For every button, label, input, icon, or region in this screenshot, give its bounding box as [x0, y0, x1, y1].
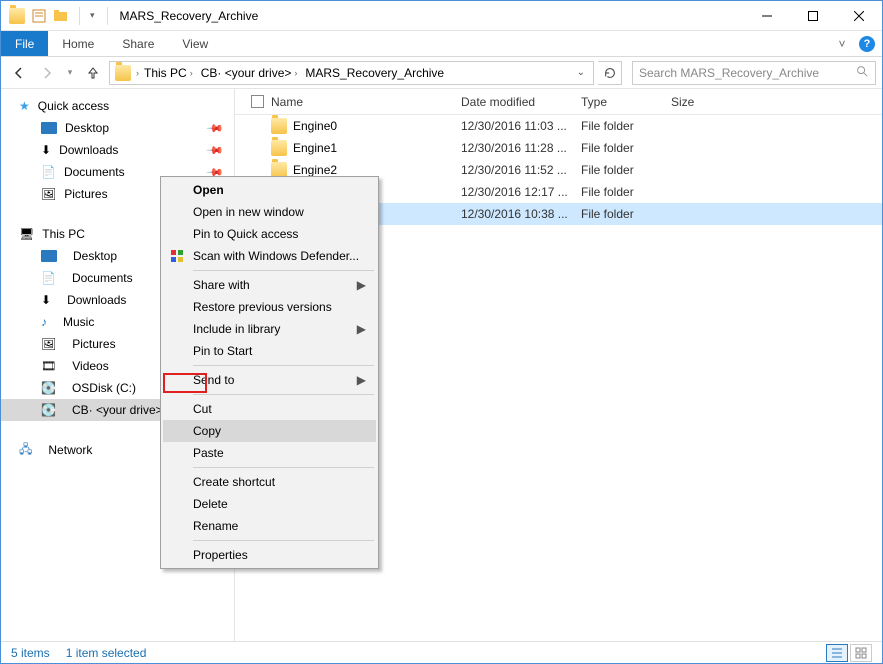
pc-icon: 🖥 [19, 227, 34, 241]
qat-newfolder-icon[interactable] [53, 8, 69, 24]
tab-file[interactable]: File [1, 31, 48, 56]
refresh-button[interactable] [598, 61, 622, 85]
network-icon: 🖧 [19, 440, 32, 461]
ctx-send-to[interactable]: Send to▶ [163, 369, 376, 391]
window-icon [9, 8, 25, 24]
music-icon: ♪ [41, 315, 47, 329]
tab-view[interactable]: View [168, 31, 222, 56]
ribbon-tabs: File Home Share View ˅ ? [1, 31, 882, 57]
sidebar-downloads[interactable]: ⬇Downloads📌 [1, 139, 234, 161]
ctx-copy[interactable]: Copy [163, 420, 376, 442]
folder-icon [271, 118, 287, 134]
recent-dropdown[interactable]: ▾ [63, 61, 77, 85]
ctx-delete[interactable]: Delete [163, 493, 376, 515]
ctx-properties[interactable]: Properties [163, 544, 376, 566]
forward-button[interactable] [35, 61, 59, 85]
tab-share[interactable]: Share [108, 31, 168, 56]
maximize-button[interactable] [790, 2, 836, 30]
ctx-share-with[interactable]: Share with▶ [163, 274, 376, 296]
qat-dropdown-icon[interactable]: ▾ [90, 10, 95, 21]
back-button[interactable] [7, 61, 31, 85]
sidebar-quick-access[interactable]: ★Quick access [1, 95, 234, 117]
context-menu: Open Open in new window Pin to Quick acc… [160, 176, 379, 569]
column-header-row: Name Date modified Type Size [235, 89, 882, 115]
breadcrumb-drive[interactable]: CB· <your drive>› [198, 62, 301, 84]
close-button[interactable] [836, 2, 882, 30]
column-size[interactable]: Size [671, 95, 731, 109]
ctx-include-library[interactable]: Include in library▶ [163, 318, 376, 340]
documents-icon: 📄 [41, 165, 56, 179]
breadcrumb-thispc[interactable]: This PC› [141, 62, 196, 84]
minimize-button[interactable] [744, 2, 790, 30]
ctx-open-new-window[interactable]: Open in new window [163, 201, 376, 223]
pictures-icon: 🖼 [41, 337, 56, 351]
search-placeholder: Search MARS_Recovery_Archive [639, 66, 819, 80]
select-all-checkbox[interactable] [251, 95, 264, 108]
pictures-icon: 🖼 [41, 187, 56, 201]
submenu-arrow-icon: ▶ [357, 373, 366, 387]
pin-icon: 📌 [206, 141, 225, 160]
ctx-scan-defender[interactable]: Scan with Windows Defender... [163, 245, 376, 267]
breadcrumb-folder[interactable]: MARS_Recovery_Archive [302, 62, 447, 84]
column-name[interactable]: Name [271, 95, 461, 109]
documents-icon: 📄 [41, 271, 56, 285]
drive-icon: 💽 [41, 403, 56, 417]
status-selected-count: 1 item selected [66, 646, 147, 660]
status-item-count: 5 items [11, 646, 50, 660]
drive-icon: 💽 [41, 381, 56, 395]
ctx-paste[interactable]: Paste [163, 442, 376, 464]
tab-home[interactable]: Home [48, 31, 108, 56]
table-row[interactable]: Engine1 12/30/2016 11:28 ... File folder [235, 137, 882, 159]
column-type[interactable]: Type [581, 95, 671, 109]
address-bar[interactable]: › This PC› CB· <your drive>› MARS_Recove… [109, 61, 594, 85]
videos-icon: 🎞 [41, 359, 56, 373]
search-icon [855, 64, 869, 81]
table-row[interactable]: Engine0 12/30/2016 11:03 ... File folder [235, 115, 882, 137]
desktop-icon [41, 122, 57, 134]
ctx-pin-quick-access[interactable]: Pin to Quick access [163, 223, 376, 245]
ctx-cut[interactable]: Cut [163, 398, 376, 420]
ribbon-expand-icon[interactable]: ˅ [832, 31, 852, 56]
sidebar-desktop[interactable]: Desktop📌 [1, 117, 234, 139]
downloads-icon: ⬇ [41, 143, 51, 157]
pin-icon: 📌 [206, 119, 225, 138]
column-date[interactable]: Date modified [461, 95, 581, 109]
qat-properties-icon[interactable] [31, 8, 47, 24]
shield-icon [169, 248, 185, 264]
ctx-open[interactable]: Open [163, 179, 376, 201]
search-input[interactable]: Search MARS_Recovery_Archive [632, 61, 876, 85]
downloads-icon: ⬇ [41, 293, 51, 307]
desktop-icon [41, 250, 57, 262]
folder-icon [271, 140, 287, 156]
ctx-restore-previous[interactable]: Restore previous versions [163, 296, 376, 318]
status-bar: 5 items 1 item selected [1, 641, 882, 663]
view-details-button[interactable] [826, 644, 848, 662]
ctx-rename[interactable]: Rename [163, 515, 376, 537]
ctx-create-shortcut[interactable]: Create shortcut [163, 471, 376, 493]
navigation-bar: ▾ › This PC› CB· <your drive>› MARS_Reco… [1, 57, 882, 89]
window-title: MARS_Recovery_Archive [112, 9, 259, 23]
help-button[interactable]: ? [852, 31, 882, 56]
star-icon: ★ [19, 99, 30, 113]
up-button[interactable] [81, 61, 105, 85]
address-dropdown-icon[interactable]: ⌄ [571, 67, 591, 78]
view-thumbnails-button[interactable] [850, 644, 872, 662]
submenu-arrow-icon: ▶ [357, 278, 366, 292]
address-icon [115, 65, 131, 81]
ctx-pin-start[interactable]: Pin to Start [163, 340, 376, 362]
title-bar: ▾ MARS_Recovery_Archive [1, 1, 882, 31]
submenu-arrow-icon: ▶ [357, 322, 366, 336]
